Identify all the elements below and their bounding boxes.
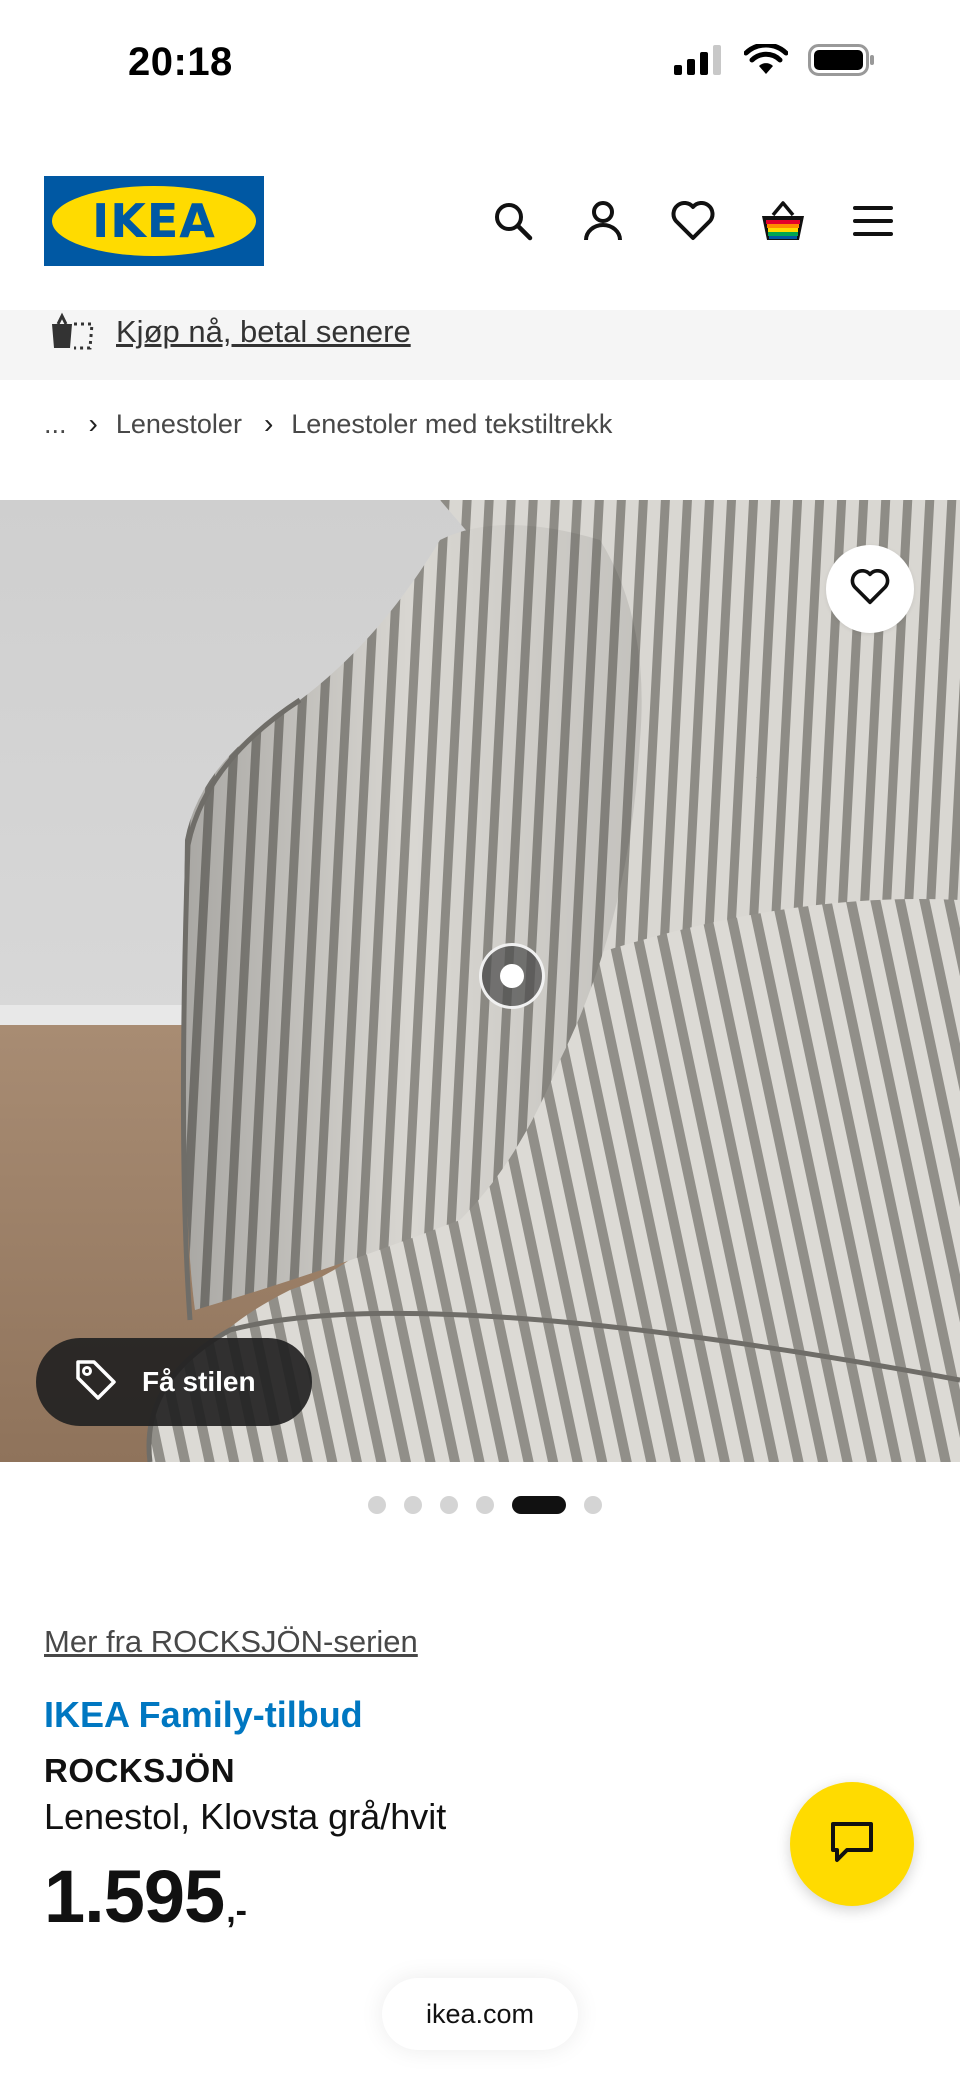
get-the-style-button[interactable]: Få stilen (36, 1338, 312, 1426)
chevron-right-icon: › (263, 408, 274, 439)
breadcrumb-ellipsis[interactable]: ... (44, 409, 67, 440)
carousel-dot[interactable] (440, 1496, 458, 1514)
promo-link[interactable]: Kjøp nå, betal senere (116, 314, 411, 350)
favorite-button[interactable] (826, 545, 914, 633)
heart-icon[interactable] (668, 196, 718, 246)
menu-icon[interactable] (848, 196, 898, 246)
get-the-style-label: Få stilen (142, 1366, 256, 1397)
carousel-dot[interactable] (368, 1496, 386, 1514)
heart-icon (850, 568, 890, 610)
chat-button[interactable] (790, 1782, 914, 1906)
logo-text: IKEA (92, 194, 216, 248)
status-icons (674, 42, 876, 81)
product-price: 1.595 ,- (44, 1854, 247, 1939)
ikea-logo[interactable]: IKEA (44, 176, 264, 266)
basket-icon[interactable] (758, 196, 808, 246)
battery-icon (808, 44, 876, 81)
status-time: 20:18 (128, 40, 233, 84)
carousel-dot-active[interactable] (512, 1496, 566, 1514)
family-offer-label: IKEA Family-tilbud (44, 1694, 363, 1735)
hotspot-dot (500, 964, 524, 988)
carousel-dot[interactable] (404, 1496, 422, 1514)
carousel-indicator (0, 1496, 960, 1514)
product-name: ROCKSJÖN (44, 1752, 236, 1789)
chat-icon (829, 1820, 875, 1869)
site-header: IKEA (0, 150, 960, 310)
carousel-dot[interactable] (476, 1496, 494, 1514)
series-link[interactable]: Mer fra ROCKSJÖN-serien (44, 1624, 418, 1660)
product-image[interactable]: Få stilen (0, 500, 960, 1462)
browser-url[interactable]: ikea.com (382, 1978, 578, 2050)
status-bar: 20:18 (0, 0, 960, 130)
breadcrumb: ... › Lenestoler › Lenestoler med teksti… (44, 408, 612, 440)
signal-icon (674, 45, 724, 80)
profile-icon[interactable] (578, 196, 628, 246)
search-icon[interactable] (488, 196, 538, 246)
chevron-right-icon: › (88, 408, 98, 439)
carousel-dot[interactable] (584, 1496, 602, 1514)
breadcrumb-item-lenestoler[interactable]: Lenestoler (116, 409, 242, 440)
product-description: Lenestol, Klovsta grå/hvit (44, 1796, 447, 1837)
wifi-icon (743, 42, 789, 81)
product-hotspot[interactable] (479, 943, 545, 1009)
price-value: 1.595 (44, 1855, 225, 1938)
bag-icon (48, 310, 96, 355)
price-suffix: ,- (226, 1892, 247, 1930)
tag-icon (74, 1358, 118, 1407)
promo-banner[interactable]: Kjøp nå, betal senere (0, 310, 960, 380)
breadcrumb-item-lenestoler-med-tekstiltrekk[interactable]: Lenestoler med tekstiltrekk (291, 409, 612, 440)
header-icons (488, 196, 898, 246)
